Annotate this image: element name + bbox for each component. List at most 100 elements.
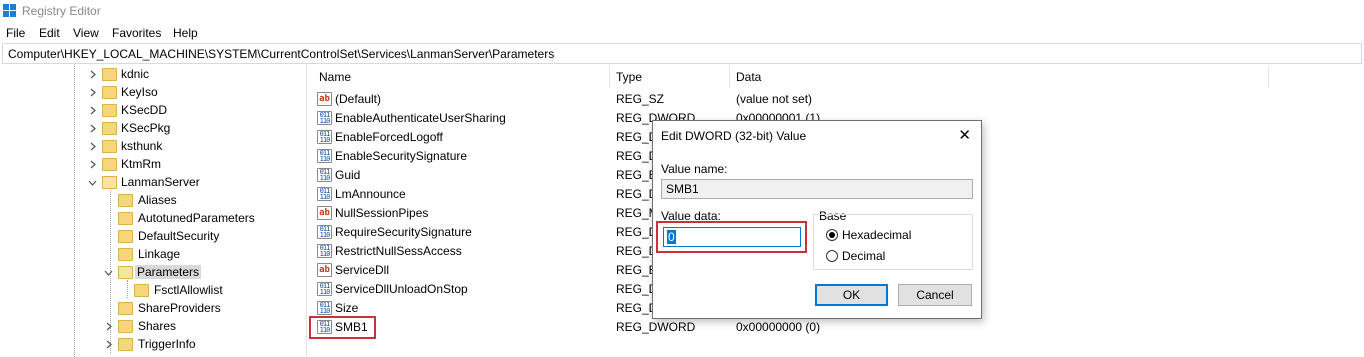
value-name-text: SMB1 [666,182,699,196]
value-name: (Default) [335,92,382,106]
tree-item-label: FsctlAllowlist [154,283,223,297]
smb1-highlight-box [309,316,376,339]
chevron-down-icon[interactable] [104,268,113,277]
tree-item-keyiso[interactable]: KeyIso [0,84,300,102]
value-name: RequireSecuritySignature [335,225,472,239]
dword-value-icon: 011 110 [317,111,332,125]
tree-item-label: ShareProviders [138,301,221,315]
dword-value-icon: 011 110 [317,282,332,296]
value-name: EnableSecuritySignature [335,149,468,163]
tree-item-label: kdnic [121,67,150,81]
chevron-right-icon[interactable] [88,160,97,169]
tree-item-label: Aliases [138,193,177,207]
chevron-right-icon[interactable] [88,106,97,115]
ok-button[interactable]: OK [815,284,888,306]
tree-item-label: KSecDD [121,103,168,117]
value-name: Guid [335,168,361,182]
tree-item-aliases[interactable]: Aliases [0,192,300,210]
menu-edit[interactable]: Edit [39,26,60,40]
tree-item-shares[interactable]: Shares [0,318,300,336]
chevron-right-icon[interactable] [88,124,97,133]
folder-icon [118,194,133,207]
open-folder-icon [102,176,117,189]
column-divider[interactable] [1268,66,1269,88]
folder-icon [118,338,133,351]
tree-item-shareproviders[interactable]: ShareProviders [0,300,300,318]
tree-item-linkage[interactable]: Linkage [0,246,300,264]
address-bar[interactable]: Computer\HKEY_LOCAL_MACHINE\SYSTEM\Curre… [2,43,1362,64]
tree-item-triggerinfo[interactable]: TriggerInfo [0,336,300,354]
folder-icon [102,86,117,99]
tree-item-label: TriggerInfo [138,337,196,351]
column-header-data[interactable]: Data [736,70,761,84]
dialog-title: Edit DWORD (32-bit) Value [661,129,807,143]
folder-icon [102,140,117,153]
chevron-right-icon[interactable] [88,70,97,79]
value-type: REG_SZ [616,92,665,106]
tree-item-label: KSecPkg [121,121,171,135]
tree-item-label: Linkage [138,247,181,261]
menu-view[interactable]: View [73,26,99,40]
column-header-type[interactable]: Type [616,70,642,84]
chevron-down-icon[interactable] [88,178,97,187]
tree-item-ksthunk[interactable]: ksthunk [0,138,300,156]
tree-item-autotunedparameters[interactable]: AutotunedParameters [0,210,300,228]
column-divider[interactable] [609,66,610,88]
value-name: EnableForcedLogoff [335,130,443,144]
value-row-default[interactable]: ab (Default) REG_SZ (value not set) [308,90,1364,109]
value-name-field: SMB1 [661,179,973,199]
chevron-right-icon[interactable] [88,88,97,97]
folder-icon [102,68,117,81]
value-data-highlight-box [656,221,807,253]
tree-item-kdnic[interactable]: kdnic [0,66,300,84]
value-name: Size [335,301,359,315]
value-data: (value not set) [736,92,813,106]
tree-item-lanmanserver[interactable]: LanmanServer [0,174,300,192]
title-bar: Registry Editor [0,0,1364,22]
decimal-radio[interactable] [826,250,838,262]
cancel-button[interactable]: Cancel [898,284,972,306]
edit-dword-dialog: Edit DWORD (32-bit) Value ✕ Value name: … [652,120,982,319]
column-header-name[interactable]: Name [319,70,351,84]
tree-item-label: DefaultSecurity [138,229,220,243]
folder-icon [118,212,133,225]
chevron-right-icon[interactable] [88,142,97,151]
column-divider[interactable] [729,66,730,88]
tree-item-defaultsecurity[interactable]: DefaultSecurity [0,228,300,246]
value-row-smb1[interactable]: 011 110 SMB1 REG_DWORD 0x00000000 (0) [308,318,1364,337]
folder-icon [118,230,133,243]
dword-value-icon: 011 110 [317,130,332,144]
value-data: 0x00000000 (0) [736,320,821,334]
close-icon[interactable]: ✕ [958,126,971,144]
folder-icon [118,320,133,333]
hexadecimal-label[interactable]: Hexadecimal [842,228,911,242]
binary-value-icon: 011 110 [317,168,332,182]
dword-value-icon: 011 110 [317,301,332,315]
hexadecimal-radio[interactable] [826,229,838,241]
tree-item-label: AutotunedParameters [138,211,255,225]
menu-file[interactable]: File [6,26,25,40]
menu-help[interactable]: Help [173,26,198,40]
tree-item-ktmrm[interactable]: KtmRm [0,156,300,174]
menu-favorites[interactable]: Favorites [112,26,161,40]
string-value-icon: ab [317,263,332,277]
value-name: ServiceDllUnloadOnStop [335,282,468,296]
tree-item-ksecdd[interactable]: KSecDD [0,102,300,120]
value-type: REG_DWORD [616,320,696,334]
value-name: LmAnnounce [335,187,406,201]
dword-value-icon: 011 110 [317,187,332,201]
tree-item-label: Parameters [135,265,202,279]
tree-item-parameters[interactable]: Parameters [0,264,300,282]
chevron-right-icon[interactable] [104,340,113,349]
tree-item-ksecpkg[interactable]: KSecPkg [0,120,300,138]
folder-icon [134,284,149,297]
folder-icon [102,104,117,117]
value-name-label: Value name: [661,162,728,176]
decimal-label[interactable]: Decimal [842,249,885,263]
base-group: Hexadecimal Decimal [813,214,973,270]
chevron-right-icon[interactable] [104,322,113,331]
dword-value-icon: 011 110 [317,225,332,239]
tree-item-fsctlallowlist[interactable]: FsctlAllowlist [0,282,300,300]
registry-tree[interactable]: kdnic KeyIso KSecDD KSecPkg ksthunk KtmR… [0,64,307,357]
value-name: ServiceDll [335,263,390,277]
